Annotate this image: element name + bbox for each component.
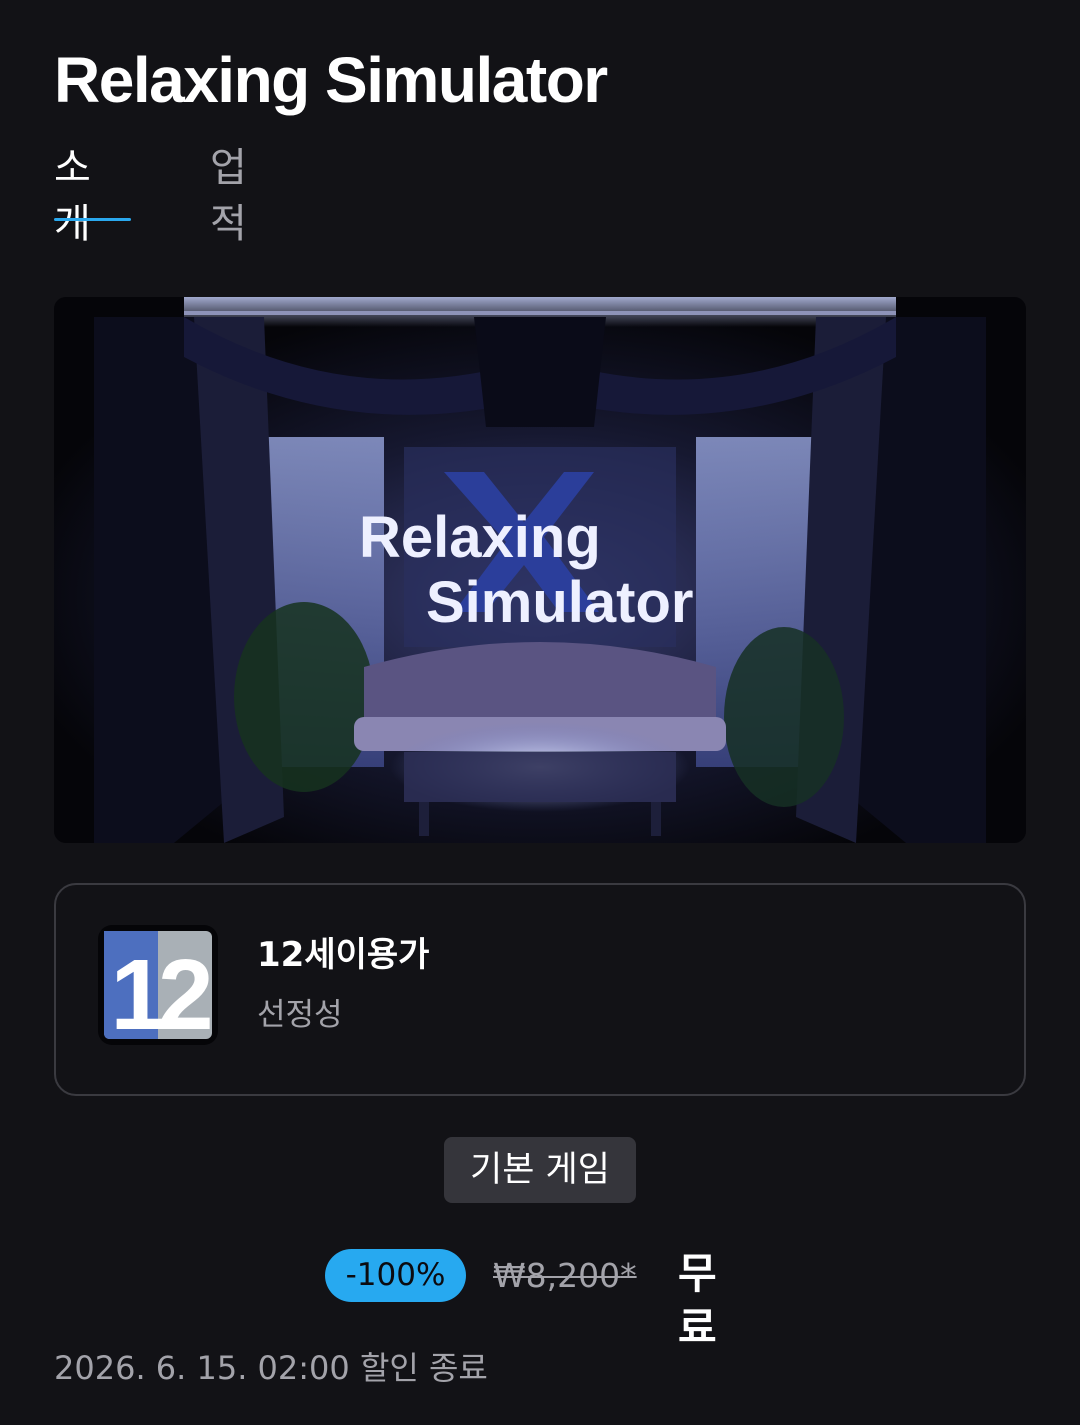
original-price: ₩8,200* xyxy=(493,1253,637,1299)
tab-overview[interactable]: 소개 xyxy=(54,140,91,252)
hero-logo-line1: Relaxing xyxy=(359,505,601,570)
sale-end-date: 2026. 6. 15. 02:00 할인 종료 xyxy=(54,1349,488,1387)
tab-achievements[interactable]: 업적 xyxy=(210,140,247,252)
hero-artwork: Relaxing Simulator xyxy=(54,297,1026,843)
rating-icon-number: 12 xyxy=(110,939,210,1039)
hero-image: Relaxing Simulator xyxy=(54,297,1026,843)
hero-logo-line2: Simulator xyxy=(426,570,694,635)
age-12-rating-icon: 12 xyxy=(98,925,218,1045)
discount-badge: -100% xyxy=(325,1249,466,1302)
original-price-marker: * xyxy=(620,1256,637,1295)
original-price-value: ₩8,200 xyxy=(493,1256,621,1295)
active-tab-indicator xyxy=(54,218,131,221)
game-type-badge: 기본 게임 xyxy=(444,1137,636,1203)
game-title: Relaxing Simulator xyxy=(54,44,608,116)
rating-descriptor: 선정성 xyxy=(257,997,343,1033)
final-price: 무료 xyxy=(678,1249,717,1352)
rating-title: 12세이용가 xyxy=(257,935,430,975)
game-detail-page: Relaxing Simulator 소개 업적 Relaxing Simula… xyxy=(0,0,1080,1425)
age-rating-card[interactable]: 12 12세이용가 선정성 xyxy=(54,883,1026,1096)
